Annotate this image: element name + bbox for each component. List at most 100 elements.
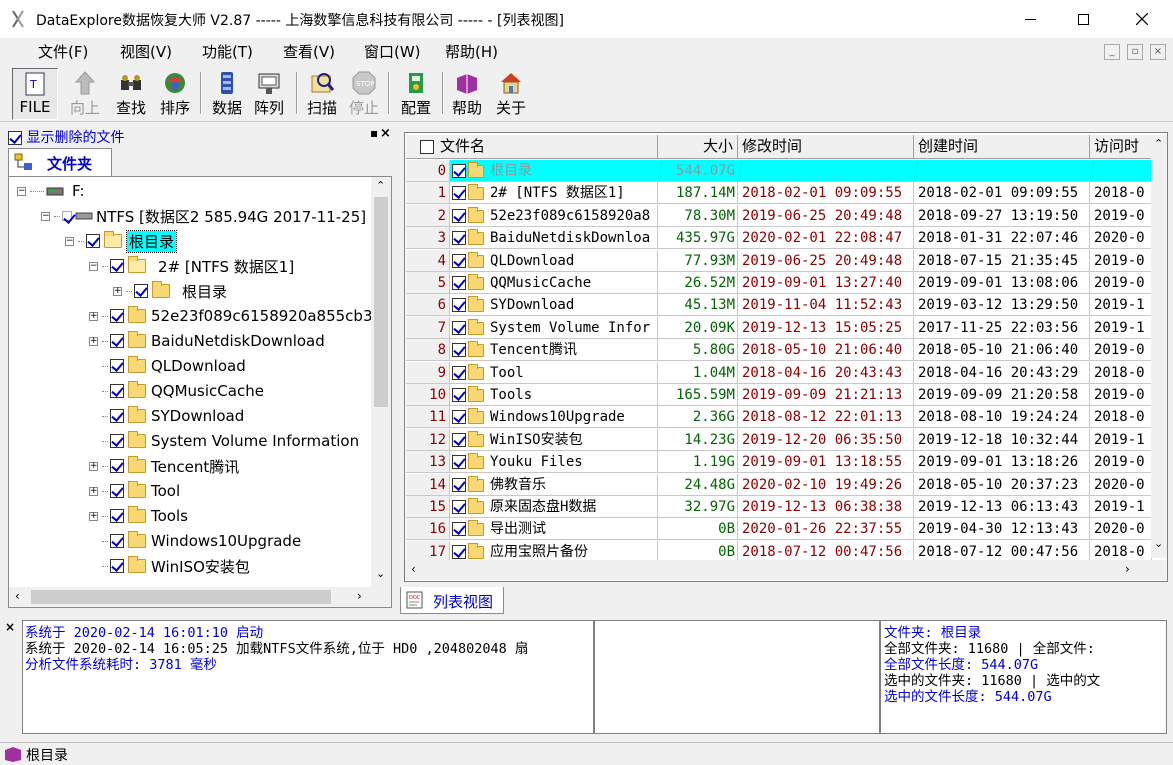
file-name-cell[interactable]: 佛教音乐 xyxy=(450,473,658,496)
mdi-minimize-button[interactable]: _ xyxy=(1104,44,1120,60)
table-row[interactable]: 8 Tencent腾讯 5.80G 2018-05-10 21:06:40 2018-0… xyxy=(406,339,1152,362)
tree-node-partition[interactable]: − NTFS [数据区2 585.94G 2017-11-25] xyxy=(41,204,366,228)
table-row[interactable]: 11 Windows10Upgrade 2.36G 2018-08-12 22:01:… xyxy=(406,406,1152,429)
scroll-down-icon[interactable]: ⌄ xyxy=(376,567,385,580)
row-checkbox[interactable] xyxy=(452,253,466,268)
scroll-left-icon[interactable]: ‹ xyxy=(15,589,20,603)
bottom-pane-close-button[interactable]: × xyxy=(5,620,15,634)
row-checkbox[interactable] xyxy=(452,544,466,559)
toolbar-up-button[interactable]: 向上 xyxy=(62,68,108,120)
row-checkbox[interactable] xyxy=(452,410,466,425)
toolbar-about-button[interactable]: 关于 xyxy=(488,68,534,120)
tree-node-folder[interactable]: + 根目录 xyxy=(113,279,227,303)
toolbar-find-button[interactable]: 查找 xyxy=(108,68,154,120)
tree-node-folder[interactable]: + Tencent腾讯 xyxy=(89,454,239,478)
toolbar-file-button[interactable]: T FILE xyxy=(12,68,58,120)
tree-node-folder[interactable]: + 52e23f089c6158920a855cb3f6 xyxy=(89,304,387,328)
collapse-icon[interactable]: − xyxy=(41,211,50,221)
file-name-cell[interactable]: Tools xyxy=(450,384,658,406)
row-checkbox[interactable] xyxy=(452,276,466,290)
tree-vertical-scrollbar[interactable]: ⌃ ⌄ xyxy=(371,177,391,587)
toolbar-array-button[interactable]: 阵列 xyxy=(246,68,292,120)
table-row[interactable]: 12 WinISO安装包 14.23G 2019-12-20 06:35:50 2019… xyxy=(406,428,1152,451)
column-header-modified[interactable]: 修改时间 xyxy=(738,135,914,159)
tree-node-folder[interactable]: + Tool xyxy=(89,479,180,503)
file-name-cell[interactable]: Tencent腾讯 xyxy=(450,339,658,362)
table-row[interactable]: 1 2# [NTFS 数据区1] 187.14M 2018-02-01 09:09:5… xyxy=(406,182,1152,205)
toolbar-help-button[interactable]: 帮助 xyxy=(444,68,490,120)
table-row[interactable]: 13 Youku Files 1.19G 2019-09-01 13:18:55 201… xyxy=(406,451,1152,474)
scroll-thumb[interactable] xyxy=(31,590,331,604)
file-name-cell[interactable]: 52e23f089c6158920a8 xyxy=(450,204,658,227)
toolbar-scan-button[interactable]: 扫描 xyxy=(299,68,345,120)
tree-node-folder[interactable]: + Tools xyxy=(89,504,188,528)
file-list[interactable]: 文件名 大小 修改时间 创建时间 访问时 0 根目录 544.07G 1 2# [NTF… xyxy=(404,132,1168,582)
scroll-down-icon[interactable]: ⌄ xyxy=(1154,537,1163,550)
collapse-icon[interactable]: − xyxy=(17,186,26,196)
row-checkbox[interactable] xyxy=(452,164,466,178)
folder-pane-close-button[interactable]: × xyxy=(380,126,391,141)
file-name-cell[interactable]: BaiduNetdiskDownloa xyxy=(450,227,658,250)
toolbar-sort-button[interactable]: 排序 xyxy=(152,68,198,120)
row-checkbox[interactable] xyxy=(452,343,466,358)
row-checkbox[interactable] xyxy=(452,186,466,201)
table-row[interactable]: 15 原来固态盘H数据 32.97G 2019-12-13 06:38:38 2019-… xyxy=(406,496,1152,518)
file-name-cell[interactable]: 导出测试 xyxy=(450,518,658,541)
expand-icon[interactable]: + xyxy=(113,286,122,296)
table-row[interactable]: 14 佛教音乐 24.48G 2020-02-10 19:49:26 2018-05-1… xyxy=(406,473,1152,496)
table-row[interactable]: 2 52e23f089c6158920a8 78.30M 2019-06-25 20:… xyxy=(406,204,1152,227)
column-header-created[interactable]: 创建时间 xyxy=(914,135,1090,159)
select-all-checkbox[interactable] xyxy=(420,139,434,154)
tree-node-folder[interactable]: − 2# [NTFS 数据区1] xyxy=(89,254,294,278)
tree-node-folder[interactable]: QQMusicCache xyxy=(89,379,264,403)
row-checkbox[interactable] xyxy=(452,365,466,380)
tab-folders[interactable]: 文件夹 xyxy=(8,148,112,176)
file-name-cell[interactable]: 2# [NTFS 数据区1] xyxy=(450,182,658,205)
tree-node-folder[interactable]: Windows10Upgrade xyxy=(89,529,301,553)
row-checkbox[interactable] xyxy=(452,522,466,537)
collapse-icon[interactable]: − xyxy=(65,236,74,246)
row-checkbox[interactable] xyxy=(452,208,466,223)
file-name-cell[interactable]: Youku Files xyxy=(450,451,658,474)
row-checkbox[interactable] xyxy=(452,477,466,492)
folder-tree[interactable]: − F: − NTFS [数据区2 585.94G 2017-11-25] − … xyxy=(8,176,392,608)
menu-function[interactable]: 功能(T) xyxy=(202,41,253,62)
pane-splitter-grip[interactable]: ▪ xyxy=(370,126,378,140)
table-row[interactable]: 9 Tool 1.04M 2018-04-16 20:43:43 2018-04-16 … xyxy=(406,361,1152,384)
row-checkbox[interactable] xyxy=(452,298,466,313)
list-vertical-scrollbar[interactable]: ⌃ ⌄ xyxy=(1151,135,1167,558)
row-checkbox[interactable] xyxy=(452,388,466,402)
menu-look[interactable]: 查看(V) xyxy=(283,41,335,62)
row-checkbox[interactable] xyxy=(452,231,466,246)
tree-node-folder[interactable]: + BaiduNetdiskDownload xyxy=(89,329,325,353)
row-checkbox[interactable] xyxy=(452,432,466,447)
toolbar-stop-button[interactable]: STOP 停止 xyxy=(341,68,387,120)
file-name-cell[interactable]: Windows10Upgrade xyxy=(450,406,658,429)
file-name-cell[interactable]: WinISO安装包 xyxy=(450,428,658,451)
menu-file[interactable]: 文件(F) xyxy=(38,41,88,62)
scroll-right-icon[interactable]: › xyxy=(357,589,362,603)
row-checkbox[interactable] xyxy=(452,455,466,470)
file-name-cell[interactable]: Tool xyxy=(450,361,658,384)
scroll-thumb[interactable] xyxy=(374,197,388,407)
file-name-cell[interactable]: 原来固态盘H数据 xyxy=(450,496,658,518)
file-name-cell[interactable]: 根目录 xyxy=(450,160,658,182)
table-row[interactable]: 3 BaiduNetdiskDownloa 435.97G 2020-02-01 22… xyxy=(406,227,1152,250)
file-name-cell[interactable]: QQMusicCache xyxy=(450,272,658,294)
tab-list-view[interactable]: DOC 列表视图 xyxy=(400,587,504,614)
table-row[interactable]: 7 System Volume Infor 20.09K 2019-12-13 15:… xyxy=(406,316,1152,339)
file-name-cell[interactable]: QLDownload xyxy=(450,249,658,272)
table-row[interactable]: 0 根目录 544.07G xyxy=(406,160,1152,182)
row-checkbox[interactable] xyxy=(452,320,466,335)
scroll-right-icon[interactable]: › xyxy=(1125,562,1130,576)
toolbar-config-button[interactable]: 配置 xyxy=(393,68,439,120)
scroll-left-icon[interactable]: ‹ xyxy=(411,562,416,576)
table-row[interactable]: 4 QLDownload 77.93M 2019-06-25 20:49:48 2018… xyxy=(406,249,1152,272)
tree-node-drive[interactable]: − F: xyxy=(17,179,85,203)
file-name-cell[interactable]: SYDownload xyxy=(450,294,658,317)
tree-node-folder[interactable]: QLDownload xyxy=(89,354,246,378)
toolbar-data-button[interactable]: 数据 xyxy=(204,68,250,120)
scroll-up-icon[interactable]: ⌃ xyxy=(1154,137,1163,150)
tree-node-folder[interactable]: SYDownload xyxy=(89,404,244,428)
table-row[interactable]: 10 Tools 165.59M 2019-09-09 21:21:13 2019-09… xyxy=(406,384,1152,406)
